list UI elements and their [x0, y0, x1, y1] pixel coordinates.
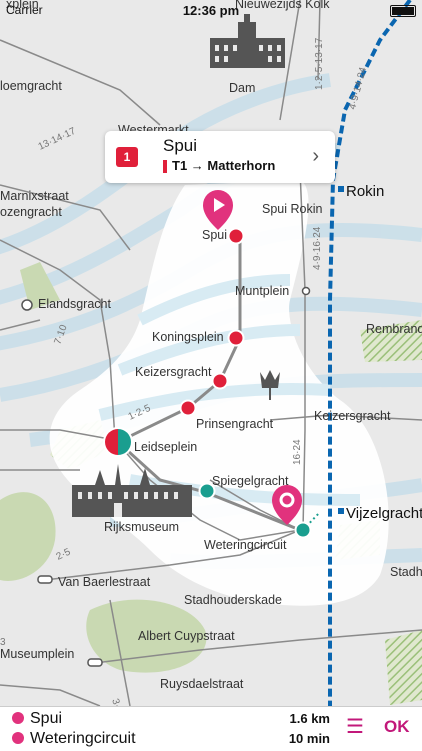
- svg-text:Spui Rokin: Spui Rokin: [262, 202, 322, 216]
- chevron-right-icon[interactable]: ›: [312, 145, 319, 168]
- route-summary-bar: Spui Weteringcircuit 1.6 km 10 min ☰ OK: [0, 706, 422, 751]
- to-label: Weteringcircuit: [30, 730, 136, 747]
- distance-label: 1.6 km: [289, 711, 330, 726]
- svg-text:Dam: Dam: [229, 81, 255, 95]
- svg-text:3: 3: [0, 637, 6, 648]
- svg-text:Ruysdaelstraat: Ruysdaelstraat: [160, 677, 244, 691]
- status-bar: Carrier 12:36 pm: [0, 0, 422, 22]
- tram-map[interactable]: Nieuwezijds Kolk Dam loemgracht Westerma…: [0, 0, 422, 706]
- stop-elandsgracht: [21, 299, 33, 311]
- svg-text:Albert Cuypstraat: Albert Cuypstraat: [138, 629, 235, 643]
- stop-prinsengracht: [179, 399, 197, 417]
- line-badge: 1: [116, 147, 138, 167]
- svg-text:Elandsgracht: Elandsgracht: [38, 297, 111, 311]
- duration-label: 10 min: [288, 731, 330, 746]
- pin-icon: [12, 732, 24, 744]
- status-time: 12:36 pm: [182, 3, 240, 18]
- stop-leidseplein: [103, 427, 133, 457]
- svg-text:Marnixstraat: Marnixstraat: [0, 189, 69, 203]
- svg-text:Vijzelgracht: Vijzelgracht: [346, 505, 422, 522]
- svg-text:Rijksmuseum: Rijksmuseum: [104, 520, 179, 534]
- svg-text:Museumplein: Museumplein: [0, 647, 74, 661]
- svg-text:ozengracht: ozengracht: [0, 205, 62, 219]
- from-label: Spui: [30, 710, 63, 727]
- stop-muntplein: [301, 286, 311, 296]
- svg-text:Rokin: Rokin: [346, 183, 384, 200]
- svg-text:Spiegelgracht: Spiegelgracht: [212, 474, 289, 488]
- stop-popup[interactable]: 1 Spui T1 → Matterhorn ›: [105, 131, 335, 183]
- popup-route: T1 → Matterhorn: [172, 158, 276, 173]
- svg-text:Weteringcircuit: Weteringcircuit: [204, 538, 287, 552]
- svg-text:Rembrandtplein: Rembrandtplein: [366, 322, 422, 336]
- svg-text:Muntplein: Muntplein: [235, 284, 289, 298]
- svg-text:Van Baerlestraat: Van Baerlestraat: [58, 575, 151, 589]
- popup-title: Spui: [163, 136, 198, 155]
- metro-stop-rokin[interactable]: [338, 186, 344, 192]
- svg-text:4·9·16·24: 4·9·16·24: [312, 226, 323, 270]
- battery-icon: [390, 5, 416, 17]
- svg-text:Leidseplein: Leidseplein: [134, 440, 197, 454]
- svg-text:Koningsplein: Koningsplein: [152, 330, 224, 344]
- from-row: Spui: [12, 710, 62, 728]
- line-color-mark: [163, 160, 167, 173]
- ok-button[interactable]: OK: [384, 717, 410, 737]
- svg-text:Stadhouderskade: Stadhouderskade: [184, 593, 282, 607]
- svg-text:Keizersgracht: Keizersgracht: [135, 365, 212, 379]
- svg-text:Spui: Spui: [202, 228, 227, 242]
- svg-text:Keizersgracht: Keizersgracht: [314, 409, 391, 423]
- pin-icon: [12, 712, 24, 724]
- stop-keizersgracht: [211, 372, 229, 390]
- svg-text:Stadh: Stadh: [390, 565, 422, 579]
- svg-text:16·24: 16·24: [292, 439, 303, 465]
- list-icon[interactable]: ☰: [346, 717, 368, 737]
- svg-text:loemgracht: loemgracht: [0, 79, 62, 93]
- stop-spui: [227, 227, 245, 245]
- to-row: Weteringcircuit: [12, 730, 136, 748]
- svg-text:Prinsengracht: Prinsengracht: [196, 417, 274, 431]
- metro-stop-vijzelgracht[interactable]: [338, 508, 344, 514]
- stop-koningsplein: [227, 329, 245, 347]
- stop-weteringcircuit: [294, 521, 312, 539]
- svg-text:1·2·5·13·17: 1·2·5·13·17: [314, 37, 325, 90]
